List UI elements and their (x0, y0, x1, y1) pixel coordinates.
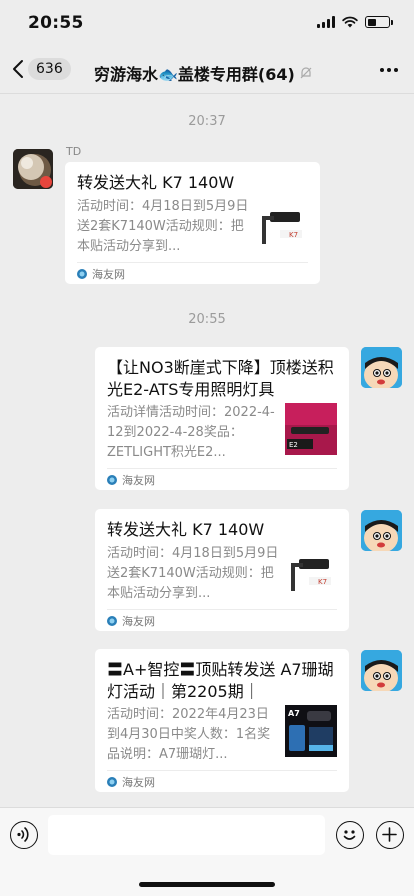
k7-light-thumb: K7 (256, 200, 308, 252)
source-icon (107, 474, 117, 485)
cartoon-avatar-image (361, 510, 402, 551)
back-button[interactable]: 636 (12, 58, 71, 80)
card-description: 活动时间：4月18日到5月9日送2套K7140W活动规则：把本贴活动分享到... (77, 199, 249, 254)
source-label: 海友网 (122, 473, 155, 487)
source-icon (77, 268, 87, 279)
svg-text:A7: A7 (288, 709, 300, 718)
back-icon (13, 60, 23, 78)
avatar-self[interactable] (361, 347, 402, 388)
cartoon-avatar-image (361, 650, 402, 691)
plus-icon[interactable] (376, 821, 404, 849)
message-input[interactable] (48, 815, 325, 855)
avatar-self[interactable] (361, 650, 402, 691)
card-footer: 海友网 (107, 770, 337, 792)
chat-header: 636 穷游海水🐟盖楼专用群(64) (0, 48, 414, 94)
time-divider: 20:37 (188, 114, 226, 129)
signal-icon (317, 16, 335, 28)
status-icons (317, 16, 393, 28)
mute-icon (300, 67, 312, 79)
source-icon (107, 776, 117, 787)
voice-icon[interactable] (10, 821, 38, 849)
card-footer: 海友网 (77, 262, 308, 284)
card-title: 转发送大礼 K7 140W (107, 520, 265, 539)
battery-fill (367, 18, 376, 26)
avatar-td[interactable] (13, 149, 53, 189)
chat-title: 穷游海水🐟盖楼专用群(64) (94, 65, 295, 84)
card-footer: 海友网 (107, 468, 337, 490)
link-card[interactable]: 转发送大礼 K7 140W 活动时间：4月18日到5月9日送2套K7140W活动… (95, 509, 349, 631)
unread-count-badge: 636 (28, 58, 71, 80)
card-description: 活动时间：2022年4月23日到4月30日中奖人数：1名奖品说明：A7珊瑚灯..… (107, 707, 271, 762)
status-bar: 20:55 (0, 0, 414, 48)
svg-text:K7: K7 (289, 231, 298, 239)
source-icon (107, 615, 117, 626)
card-title: 转发送大礼 K7 140W (77, 173, 235, 192)
emoji-icon[interactable] (336, 821, 364, 849)
sender-name: TD (66, 145, 82, 158)
a7-light-thumb: A7 (285, 705, 337, 757)
avatar-self[interactable] (361, 510, 402, 551)
link-card[interactable]: 〓A+智控〓顶贴转发送 A7珊瑚灯活动｜第2205期｜ 活动时间：2022年4月… (95, 649, 349, 792)
link-card[interactable]: 转发送大礼 K7 140W 活动时间：4月18日到5月9日送2套K7140W活动… (65, 162, 320, 284)
e2-light-thumb: E2 (285, 403, 337, 455)
time-divider: 20:55 (188, 312, 226, 327)
status-time: 20:55 (28, 13, 84, 33)
source-label: 海友网 (122, 775, 155, 789)
more-icon[interactable] (380, 68, 398, 72)
wifi-icon (342, 16, 358, 28)
cartoon-avatar-image (361, 347, 402, 388)
k7-light-thumb: K7 (285, 547, 337, 599)
card-description: 活动详情活动时间：2022-4-12到2022-4-28奖品：ZETLIGHT积… (107, 405, 275, 460)
source-label: 海友网 (122, 614, 155, 628)
card-title: 〓A+智控〓顶贴转发送 A7珊瑚灯活动｜第2205期｜ (107, 660, 334, 701)
svg-text:E2: E2 (289, 441, 298, 449)
svg-text:K7: K7 (318, 578, 327, 586)
card-title: 【让NO3断崖式下降】顶楼送积光E2-ATS专用照明灯具 (107, 358, 334, 399)
chat-title-wrap: 穷游海水🐟盖楼专用群(64) (94, 61, 313, 85)
planet-avatar-image (13, 149, 53, 189)
home-indicator (139, 882, 275, 887)
card-description: 活动时间：4月18日到5月9日送2套K7140W活动规则：把本贴活动分享到... (107, 546, 279, 601)
link-card[interactable]: 【让NO3断崖式下降】顶楼送积光E2-ATS专用照明灯具 活动详情活动时间：20… (95, 347, 349, 490)
source-label: 海友网 (92, 267, 125, 281)
card-footer: 海友网 (107, 609, 337, 631)
battery-icon (365, 16, 393, 28)
